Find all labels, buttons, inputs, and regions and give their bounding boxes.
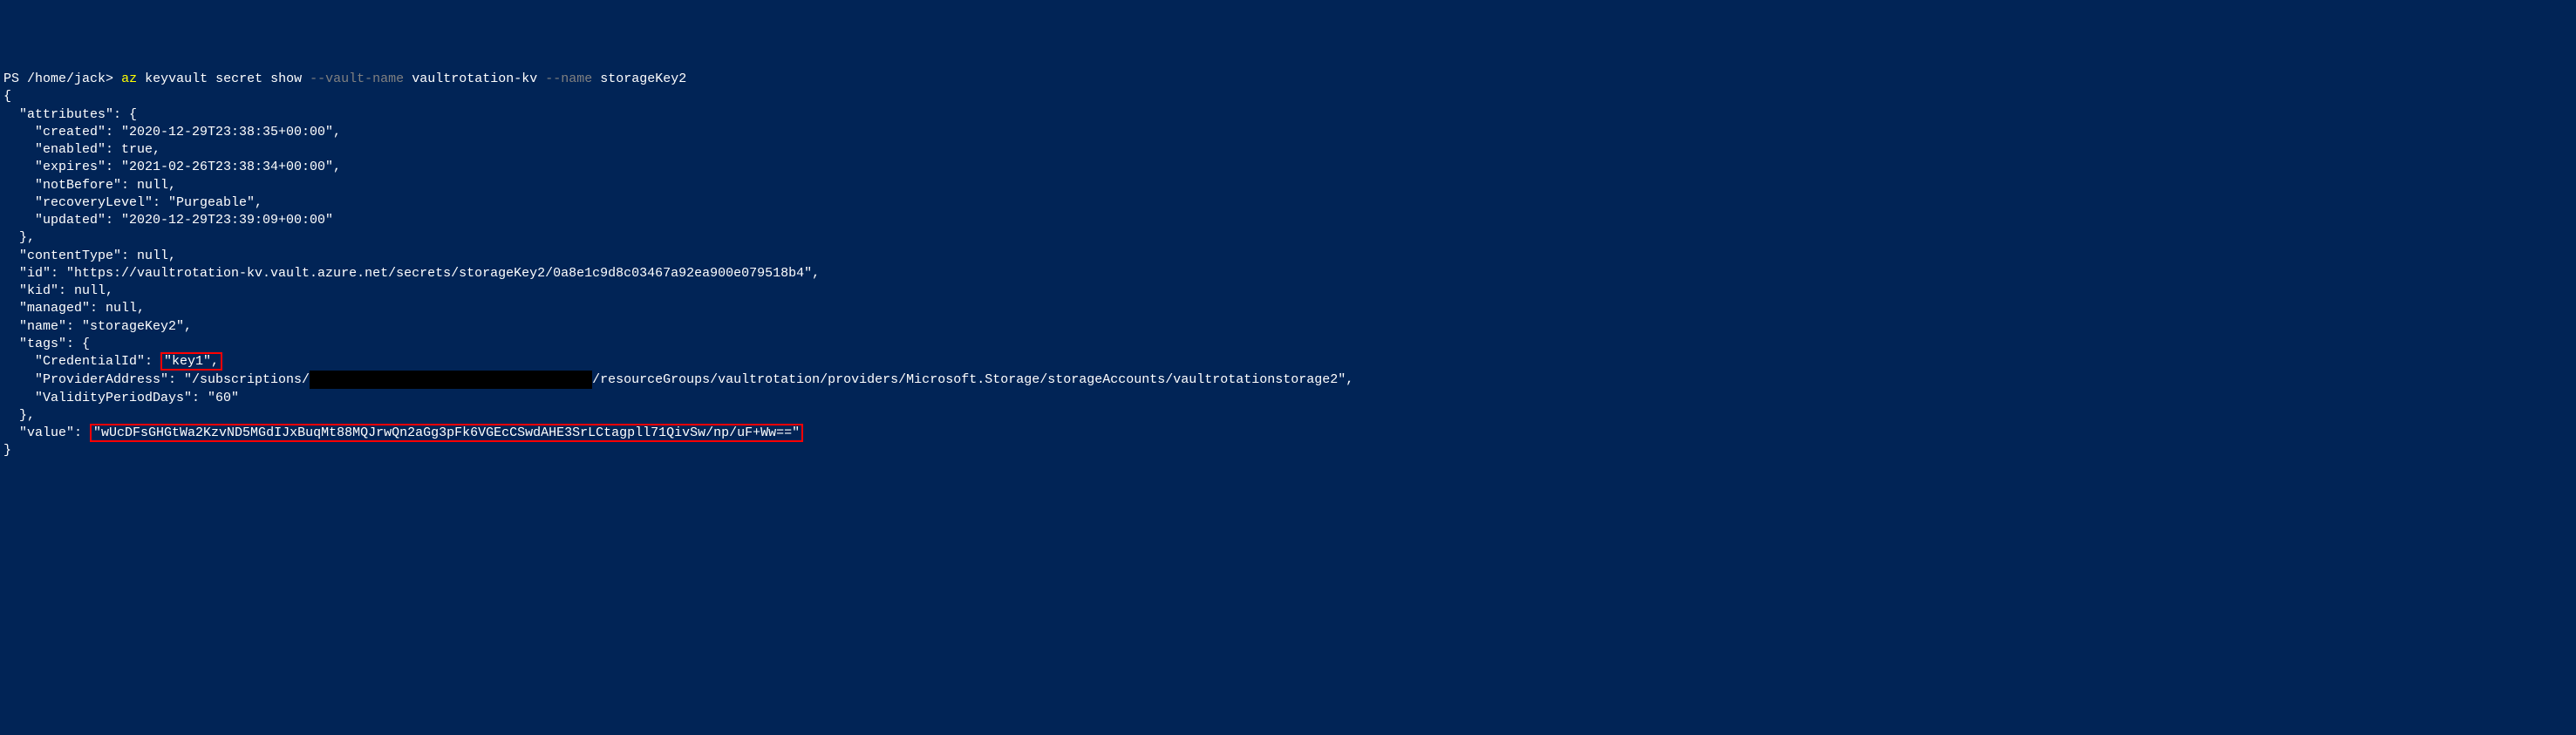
json-expires: "expires": "2021-02-26T23:38:34+00:00", xyxy=(3,160,341,174)
json-kid: "kid": null, xyxy=(3,283,113,298)
json-contenttype: "contentType": null, xyxy=(3,248,176,263)
json-close: } xyxy=(3,443,11,458)
highlight-credentialid: "key1", xyxy=(160,352,222,371)
value-name: storageKey2 xyxy=(600,71,686,86)
flag-name: --name xyxy=(545,71,592,86)
json-value-label: "value": xyxy=(3,425,90,440)
json-tags: "tags": { xyxy=(3,337,90,351)
json-notbefore: "notBefore": null, xyxy=(3,178,176,193)
prompt-path: /home/jack> xyxy=(27,71,113,86)
command-az: az xyxy=(121,71,137,86)
json-name: "name": "storageKey2", xyxy=(3,319,192,334)
json-provideraddress-pre: "ProviderAddress": "/subscriptions/ xyxy=(3,372,310,387)
json-value-content: "wUcDFsGHGtWa2KzvND5MGdIJxBuqMt88MQJrwQn… xyxy=(93,425,800,440)
json-tags-close: }, xyxy=(3,408,35,423)
json-updated: "updated": "2020-12-29T23:39:09+00:00" xyxy=(3,213,333,228)
json-provideraddress-post: /resourceGroups/vaultrotation/providers/… xyxy=(592,372,1353,387)
json-validityperioddays: "ValidityPeriodDays": "60" xyxy=(3,391,239,405)
json-enabled: "enabled": true, xyxy=(3,142,160,157)
prompt-ps: PS xyxy=(3,71,19,86)
command-subcmd: keyvault secret show xyxy=(145,71,302,86)
json-credentialid-value: "key1", xyxy=(164,354,219,369)
json-created: "created": "2020-12-29T23:38:35+00:00", xyxy=(3,125,341,140)
json-recoverylevel: "recoveryLevel": "Purgeable", xyxy=(3,195,262,210)
flag-vault-name: --vault-name xyxy=(310,71,404,86)
json-id: "id": "https://vaultrotation-kv.vault.az… xyxy=(3,266,820,281)
json-credentialid-label: "CredentialId": xyxy=(3,354,160,369)
json-managed: "managed": null, xyxy=(3,301,145,316)
value-vault-name: vaultrotation-kv xyxy=(412,71,537,86)
redacted-subscription xyxy=(310,371,592,388)
json-attributes: "attributes": { xyxy=(3,107,137,122)
terminal-window[interactable]: PS /home/jack> az keyvault secret show -… xyxy=(0,71,2576,460)
json-open: { xyxy=(3,89,11,104)
json-attributes-close: }, xyxy=(3,230,35,245)
highlight-value: "wUcDFsGHGtWa2KzvND5MGdIJxBuqMt88MQJrwQn… xyxy=(90,424,803,442)
